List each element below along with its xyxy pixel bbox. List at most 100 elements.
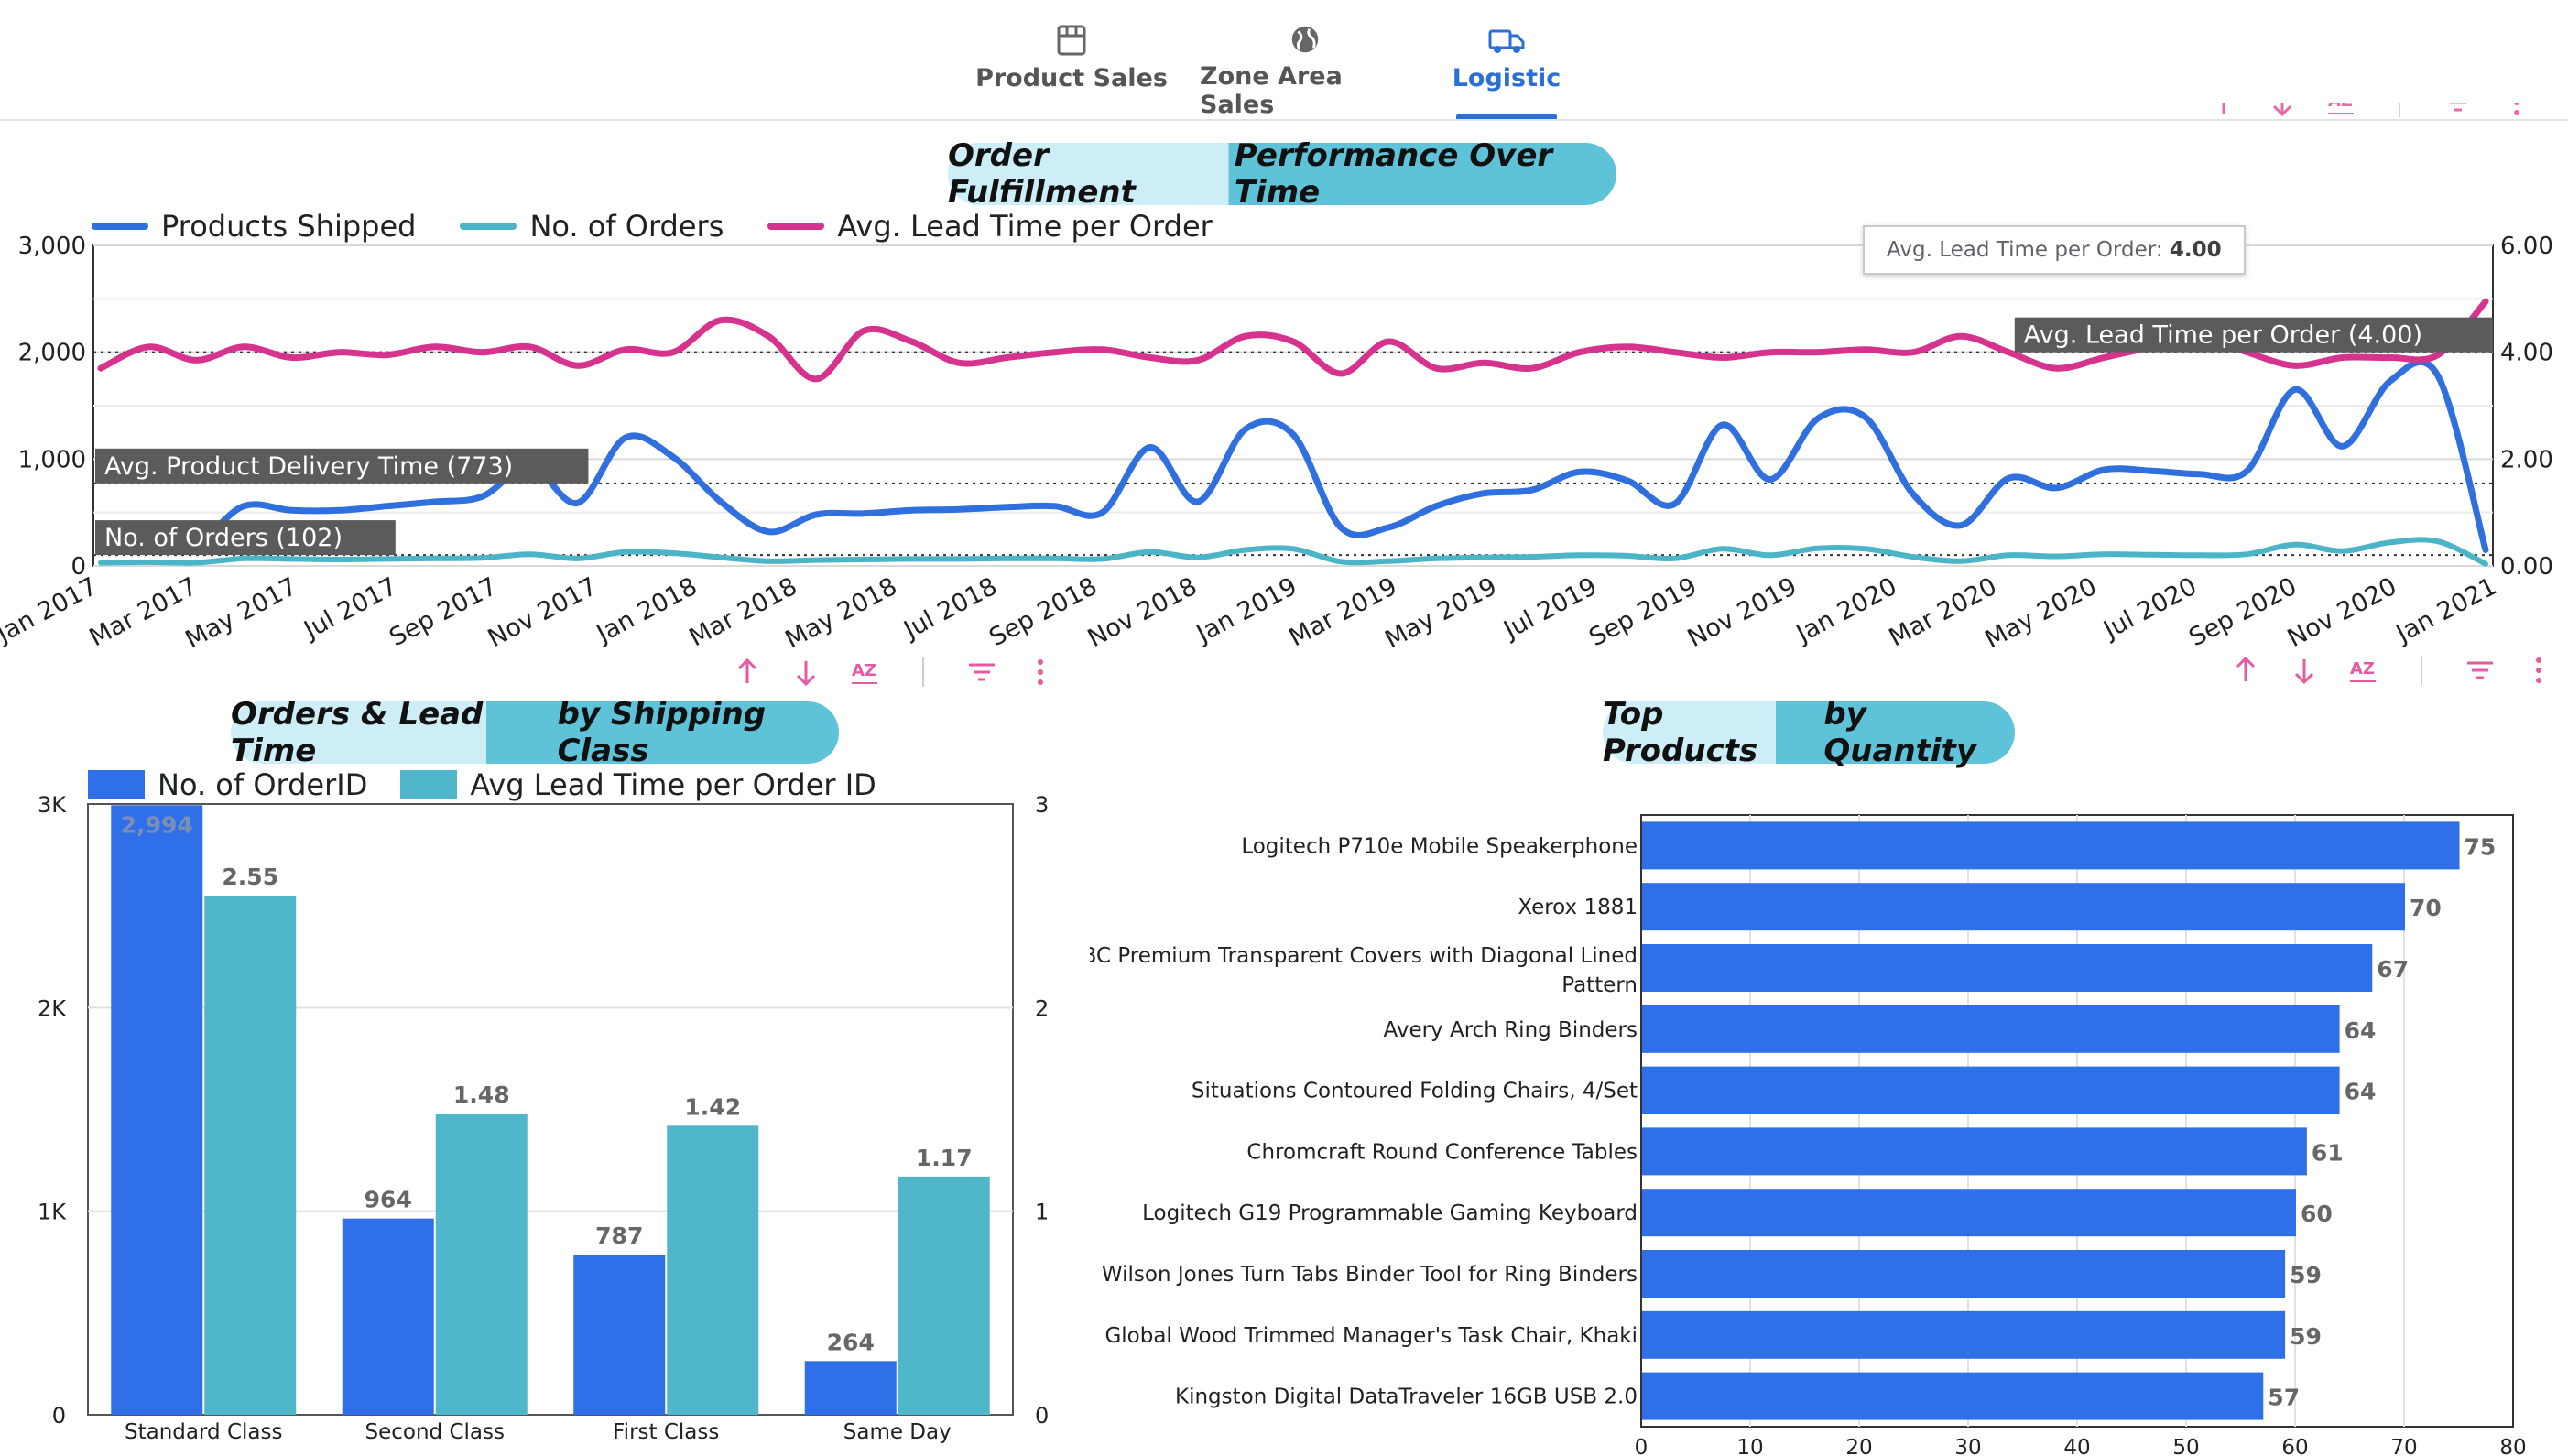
bar-data-label: 64 bbox=[2345, 1017, 2377, 1044]
x-tick-label: Nov 2019 bbox=[1683, 572, 1801, 653]
active-tab-indicator bbox=[1456, 114, 1557, 119]
x-tick-label: Standard Class bbox=[125, 1420, 282, 1444]
x-tick-label: Jul 2019 bbox=[1497, 572, 1601, 646]
bar-data-label: 59 bbox=[2290, 1262, 2322, 1288]
bar bbox=[111, 805, 203, 1415]
bar-data-label: 264 bbox=[827, 1329, 875, 1355]
bar-data-label: 67 bbox=[2377, 956, 2409, 983]
x-tick-label: 40 bbox=[2063, 1436, 2090, 1456]
reference-label: No. of Orders (102) bbox=[95, 520, 396, 556]
bar bbox=[1642, 1127, 2307, 1176]
bar bbox=[1642, 944, 2373, 992]
x-tick-label: Jul 2018 bbox=[898, 572, 1001, 646]
x-tick-label: 60 bbox=[2281, 1436, 2308, 1456]
chart3-title-part1: Top Products bbox=[1603, 696, 1758, 769]
chart2-title-part1: Orders & Lead Time bbox=[231, 696, 484, 769]
sort-descending-icon[interactable] bbox=[2266, 103, 2299, 119]
y-right-tick-label: 2 bbox=[1035, 995, 1049, 1021]
bar-data-label: 787 bbox=[595, 1222, 643, 1249]
sort-ascending-icon[interactable] bbox=[2229, 654, 2262, 687]
sort-alpha-icon[interactable]: AZ bbox=[848, 656, 881, 689]
bar bbox=[1642, 883, 2405, 931]
bar bbox=[1642, 1310, 2286, 1359]
bar bbox=[804, 1361, 897, 1415]
y-tick-label: Wilson Jones Turn Tabs Binder Tool for R… bbox=[1102, 1263, 1638, 1287]
x-tick-label: Jan 2019 bbox=[1191, 572, 1301, 649]
x-tick-label: 10 bbox=[1736, 1436, 1763, 1456]
report-nav-tabs: Product Sales Zone Area Sales Logistic bbox=[0, 0, 2568, 121]
tab-label: Product Sales bbox=[975, 64, 1168, 92]
y-right-tick-label: 6.00 bbox=[2500, 233, 2553, 260]
sort-ascending-icon[interactable] bbox=[2207, 103, 2240, 119]
x-tick-label: May 2020 bbox=[1981, 572, 2102, 655]
chart1-tooltip: Avg. Lead Time per Order: 4.00 bbox=[1863, 225, 2246, 275]
divider bbox=[2383, 103, 2416, 119]
more-options-icon[interactable] bbox=[2522, 654, 2555, 687]
y-left-tick-label: 3K bbox=[38, 792, 67, 818]
svg-text:AZ: AZ bbox=[852, 661, 876, 680]
bar bbox=[1642, 1189, 2296, 1237]
filter-icon[interactable] bbox=[965, 656, 998, 689]
more-options-icon[interactable] bbox=[1024, 656, 1057, 689]
x-tick-label: 70 bbox=[2390, 1436, 2417, 1456]
bar bbox=[1642, 1250, 2286, 1298]
chart1-toolbar-right: AZ bbox=[2229, 654, 2555, 687]
bar bbox=[204, 896, 297, 1415]
x-tick-label: 50 bbox=[2172, 1436, 2199, 1456]
chart2-title-part2: by Shipping Class bbox=[557, 696, 767, 769]
sort-descending-icon[interactable] bbox=[2288, 654, 2321, 687]
divider bbox=[2405, 654, 2438, 687]
shipping-class-bar-chart: 0 1K 2K 3K 0 1 2 3 2,994 2.55 Standard Class 964 1.4… bbox=[38, 792, 1049, 1444]
sort-alpha-icon[interactable]: AZ bbox=[2324, 103, 2357, 119]
bar bbox=[342, 1218, 434, 1415]
x-tick-label: Jul 2017 bbox=[298, 572, 401, 646]
y-tick-label: Logitech P710e Mobile Speakerphone bbox=[1241, 834, 1638, 858]
reference-label-text: Avg. Product Delivery Time (773) bbox=[104, 452, 513, 481]
reference-label: Avg. Lead Time per Order (4.00) bbox=[2014, 317, 2493, 353]
x-tick-label: Jan 2018 bbox=[591, 572, 702, 649]
bar bbox=[1642, 1005, 2340, 1053]
chart1-title-part1: Order Fulfillment bbox=[948, 137, 1136, 211]
y-left-tick-label: 1,000 bbox=[18, 446, 86, 473]
bar bbox=[573, 1255, 666, 1415]
y-right-tick-label: 2.00 bbox=[2500, 446, 2553, 473]
svg-text:AZ: AZ bbox=[2328, 103, 2353, 111]
filter-icon[interactable] bbox=[2442, 103, 2475, 119]
filter-icon[interactable] bbox=[2464, 654, 2497, 687]
y-right-tick-label: 4.00 bbox=[2500, 340, 2553, 367]
x-tick-label: Jan 2021 bbox=[2390, 572, 2501, 649]
bar-data-label: 1.17 bbox=[916, 1145, 973, 1171]
x-tick-label: Sep 2020 bbox=[2184, 572, 2301, 653]
bar-data-label: 2.55 bbox=[222, 864, 278, 890]
tab-product-sales[interactable]: Product Sales bbox=[971, 0, 1172, 119]
more-options-icon[interactable] bbox=[2500, 103, 2533, 119]
chart2-title: Orders & Lead Time by Shipping Class bbox=[231, 696, 839, 769]
tab-label: Logistic bbox=[1452, 64, 1561, 92]
y-left-tick-label: 2,000 bbox=[18, 340, 86, 367]
sort-alpha-icon[interactable]: AZ bbox=[2346, 654, 2379, 687]
x-tick-label: Jan 2017 bbox=[0, 572, 102, 649]
tab-zone-area-sales[interactable]: Zone Area Sales bbox=[1200, 0, 1410, 119]
truck-icon bbox=[1488, 29, 1525, 53]
chart3-title: Top Products by Quantity bbox=[1603, 696, 2015, 769]
store-icon bbox=[1057, 25, 1086, 56]
y-right-tick-label: 0 bbox=[1035, 1403, 1049, 1429]
reference-label-text: No. of Orders (102) bbox=[104, 524, 343, 552]
sort-ascending-icon[interactable] bbox=[731, 656, 764, 689]
x-tick-label: Nov 2020 bbox=[2283, 572, 2401, 653]
sort-descending-icon[interactable] bbox=[789, 656, 822, 689]
bar-data-label: 64 bbox=[2345, 1079, 2377, 1105]
x-tick-label: 0 bbox=[1635, 1436, 1649, 1456]
bar bbox=[898, 1176, 990, 1415]
x-tick-label: Mar 2018 bbox=[685, 572, 802, 653]
tooltip-value: 4.00 bbox=[2169, 238, 2222, 262]
bar-data-label: 57 bbox=[2268, 1385, 2300, 1411]
x-tick-label: Nov 2017 bbox=[484, 572, 602, 653]
x-tick-label: Jul 2020 bbox=[2097, 572, 2201, 646]
y-tick-label: Xerox 1881 bbox=[1518, 896, 1638, 919]
tab-label: Zone Area Sales bbox=[1200, 62, 1343, 119]
x-tick-label: Mar 2017 bbox=[85, 572, 202, 653]
y-left-tick-label: 1K bbox=[38, 1200, 67, 1225]
tab-logistic[interactable]: Logistic bbox=[1453, 0, 1561, 119]
bar-data-label: 70 bbox=[2410, 895, 2442, 921]
